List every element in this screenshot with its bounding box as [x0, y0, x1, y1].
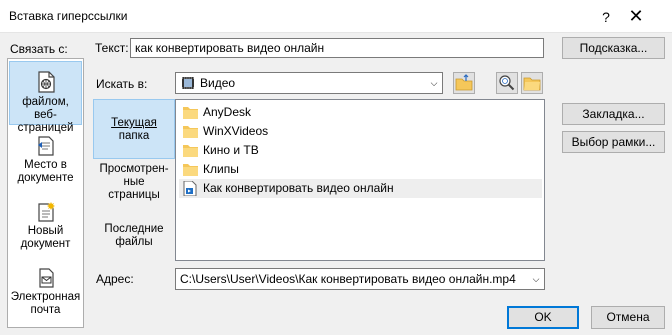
cancel-button[interactable]: Отмена [591, 306, 665, 329]
address-label: Адрес: [96, 272, 134, 286]
close-icon: ✕ [628, 6, 644, 26]
close-button[interactable]: ✕ [624, 5, 648, 29]
file-name: WinXVideos [203, 124, 269, 138]
browse-file-button[interactable] [521, 72, 543, 94]
file-name: Как конвертировать видео онлайн [203, 181, 394, 195]
email-icon [38, 268, 54, 288]
list-item[interactable]: WinXVideos [179, 122, 542, 141]
file-list: AnyDesk WinXVideos Кино и ТВ Клипы Как к… [175, 99, 545, 261]
new-document-icon [37, 202, 55, 222]
browse-file-icon [523, 77, 541, 91]
side-item-line: документ [20, 238, 71, 250]
file-name: Кино и ТВ [203, 143, 259, 157]
side-item-line: Место в [24, 159, 67, 171]
browse-web-icon [499, 75, 515, 91]
chevron-down-icon[interactable]: ⌵ [425, 73, 442, 93]
nav-line: Последние [104, 223, 164, 235]
folder-icon [183, 164, 198, 176]
nav-current-folder[interactable]: Текущая папка [93, 99, 175, 159]
nav-recent-files[interactable]: Последние файлы [93, 223, 175, 253]
look-in-combo[interactable]: Видео ⌵ [175, 72, 443, 94]
link-to-file-web-page[interactable]: файлом, веб- страницей [9, 61, 82, 134]
help-button[interactable]: ? [596, 7, 616, 27]
text-label: Текст: [95, 41, 129, 55]
folder-icon [183, 107, 198, 119]
nav-line: Текущая [111, 117, 157, 129]
nav-line: папка [118, 130, 150, 142]
browse-web-button[interactable] [496, 72, 518, 94]
place-in-document-icon [37, 136, 54, 156]
browse-locations: Текущая папка Просмотрен- ные страницы П… [93, 99, 175, 261]
list-item[interactable]: AnyDesk [179, 103, 542, 122]
list-item[interactable]: Кино и ТВ [179, 141, 542, 160]
link-to-email[interactable]: Электронная почта [9, 263, 82, 323]
side-item-line: файлом, веб- [22, 96, 69, 121]
look-in-value: Видео [200, 76, 236, 90]
address-combo[interactable]: C:\Users\User\Videos\Как конвертировать … [175, 268, 545, 290]
folder-icon [183, 145, 198, 157]
video-file-icon [183, 181, 197, 196]
list-item[interactable]: Клипы [179, 160, 542, 179]
nav-line: Просмотрен- [99, 163, 169, 175]
screentip-button[interactable]: Подсказка... [562, 37, 665, 59]
file-name: AnyDesk [203, 105, 252, 119]
look-in-label: Искать в: [96, 77, 148, 91]
nav-browsed-pages[interactable]: Просмотрен- ные страницы [93, 163, 175, 207]
video-folder-icon [182, 77, 194, 89]
nav-line: ные [123, 176, 145, 188]
side-item-line: Электронная [10, 291, 81, 303]
folder-icon [183, 126, 198, 138]
chevron-down-icon[interactable]: ⌵ [527, 269, 544, 289]
side-item-line: Новый [27, 225, 64, 237]
bookmark-button[interactable]: Закладка... [562, 103, 665, 125]
link-to-label: Связать с: [10, 42, 68, 56]
file-web-icon [37, 71, 55, 93]
link-to-new-document[interactable]: Новый документ [9, 197, 82, 253]
target-frame-button[interactable]: Выбор рамки... [562, 131, 665, 153]
up-one-folder-button[interactable] [453, 72, 475, 94]
file-name: Клипы [203, 162, 239, 176]
link-to-sidebar: файлом, веб- страницей Место в документе… [7, 58, 84, 328]
nav-line: страницы [108, 189, 160, 201]
dialog-title: Вставка гиперссылки [9, 9, 128, 23]
display-text-field[interactable]: как конвертировать видео онлайн [130, 38, 544, 58]
address-value: C:\Users\User\Videos\Как конвертировать … [180, 272, 516, 286]
side-item-line: документе [17, 172, 74, 184]
folder-up-icon [455, 74, 473, 91]
ok-button[interactable]: OK [507, 306, 579, 329]
link-to-place-in-document[interactable]: Место в документе [9, 131, 82, 187]
side-item-line: почта [30, 304, 61, 316]
list-item[interactable]: Как конвертировать видео онлайн [179, 179, 542, 198]
nav-line: файлы [115, 236, 153, 248]
